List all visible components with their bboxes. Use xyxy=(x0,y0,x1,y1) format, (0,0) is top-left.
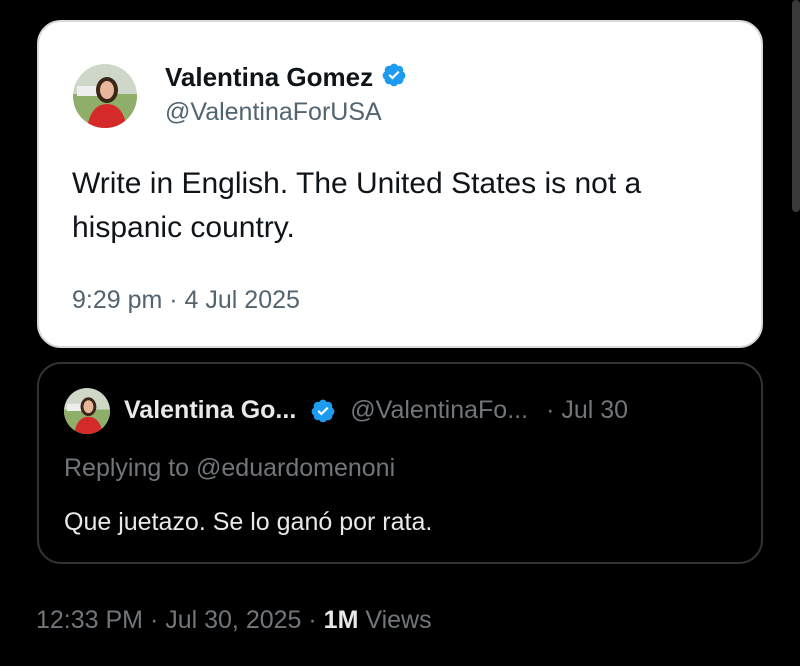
post-footer: 12:33 PM · Jul 30, 2025 · 1M Views xyxy=(36,606,432,635)
reply-date[interactable]: · Jul 30 xyxy=(546,396,628,425)
reply-author-name[interactable]: Valentina Go... xyxy=(124,396,296,425)
avatar[interactable] xyxy=(64,388,110,434)
reply-text: Que juetazo. Se lo ganó por rata. xyxy=(64,508,433,536)
views-label: Views xyxy=(358,606,432,634)
tweet-text: Write in English. The United States is n… xyxy=(72,167,642,244)
page: Valentina Gomez @ValentinaForUSA Write i… xyxy=(0,0,800,666)
replying-to[interactable]: Replying to @eduardomenoni xyxy=(64,454,395,483)
verified-badge-icon xyxy=(310,398,336,424)
reply-card[interactable]: Valentina Go... @ValentinaFo... · Jul 30… xyxy=(37,362,763,564)
scrollbar[interactable] xyxy=(792,0,800,212)
avatar[interactable] xyxy=(73,64,137,128)
author-row: Valentina Gomez xyxy=(165,62,407,93)
reply-header: Valentina Go... @ValentinaFo... · Jul 30 xyxy=(124,396,628,425)
views-count: 1M xyxy=(323,606,359,634)
author-name[interactable]: Valentina Gomez xyxy=(165,62,373,93)
quoted-tweet-card[interactable]: Valentina Gomez @ValentinaForUSA Write i… xyxy=(37,20,763,348)
post-timestamp[interactable]: 12:33 PM · Jul 30, 2025 · xyxy=(36,606,324,634)
author-handle[interactable]: @ValentinaForUSA xyxy=(165,98,382,127)
reply-author-handle[interactable]: @ValentinaFo... xyxy=(350,396,528,425)
verified-badge-icon xyxy=(381,62,407,93)
tweet-timestamp[interactable]: 9:29 pm · 4 Jul 2025 xyxy=(72,286,300,315)
